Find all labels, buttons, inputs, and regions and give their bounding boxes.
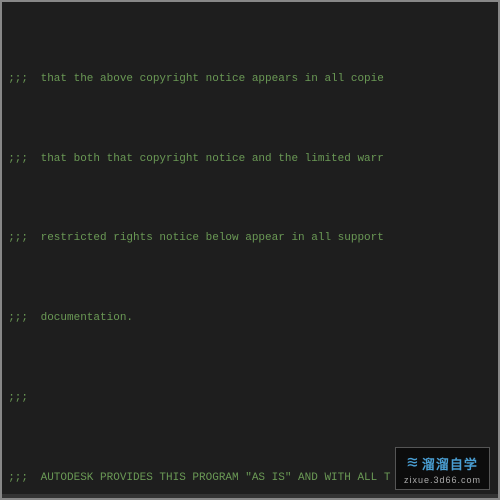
gutter-2: ;;;: [6, 152, 34, 168]
watermark-url: zixue.3d66.com: [404, 475, 481, 485]
gutter-6: ;;;: [6, 471, 34, 487]
editor-window: ;;; that the above copyright notice appe…: [0, 0, 500, 500]
line-1: ;;; that the above copyright notice appe…: [6, 72, 494, 88]
gutter-5: ;;;: [6, 391, 34, 407]
line-3: ;;; restricted rights notice below appea…: [6, 231, 494, 247]
watermark-logo: 溜溜自学: [422, 454, 478, 473]
status-bar: [2, 494, 498, 498]
text-1: that the above copyright notice appears …: [34, 72, 494, 88]
text-4: documentation.: [34, 311, 494, 327]
watermark: ≋ 溜溜自学 zixue.3d66.com: [395, 447, 490, 490]
line-2: ;;; that both that copyright notice and …: [6, 152, 494, 168]
code-editor[interactable]: ;;; that the above copyright notice appe…: [2, 2, 498, 494]
watermark-wave-icon: ≋: [407, 452, 418, 474]
code-lines: ;;; that the above copyright notice appe…: [2, 6, 498, 494]
gutter-3: ;;;: [6, 231, 34, 247]
line-4: ;;; documentation.: [6, 311, 494, 327]
gutter-1: ;;;: [6, 72, 34, 88]
gutter-4: ;;;: [6, 311, 34, 327]
text-2: that both that copyright notice and the …: [34, 152, 494, 168]
text-3: restricted rights notice below appear in…: [34, 231, 494, 247]
line-5: ;;;: [6, 391, 494, 407]
